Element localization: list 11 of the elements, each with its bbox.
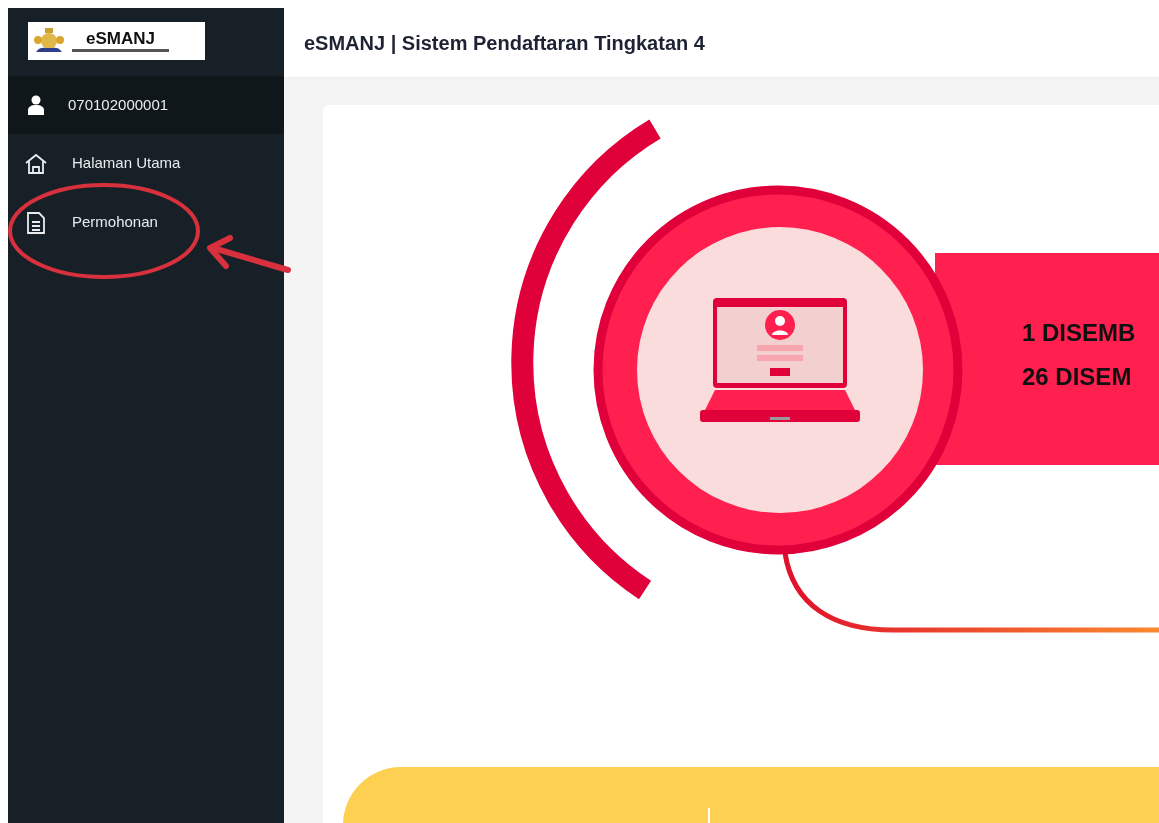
- page-title: eSMANJ | Sistem Pendaftaran Tingkatan 4: [304, 30, 705, 56]
- user-id: 070102000001: [68, 94, 169, 115]
- banner-text: 1 DISEMB: [1022, 319, 1136, 346]
- sidebar-link[interactable]: Halaman Utama: [8, 134, 284, 193]
- document-icon: [26, 210, 46, 235]
- logo-text: eSMANJ: [72, 30, 169, 52]
- home-icon: [24, 151, 48, 176]
- divider-tick: [708, 808, 710, 823]
- banner-text: 26 DISEM: [1022, 363, 1132, 390]
- sidebar-link[interactable]: Permohonan: [8, 193, 284, 252]
- user-icon: [28, 95, 44, 115]
